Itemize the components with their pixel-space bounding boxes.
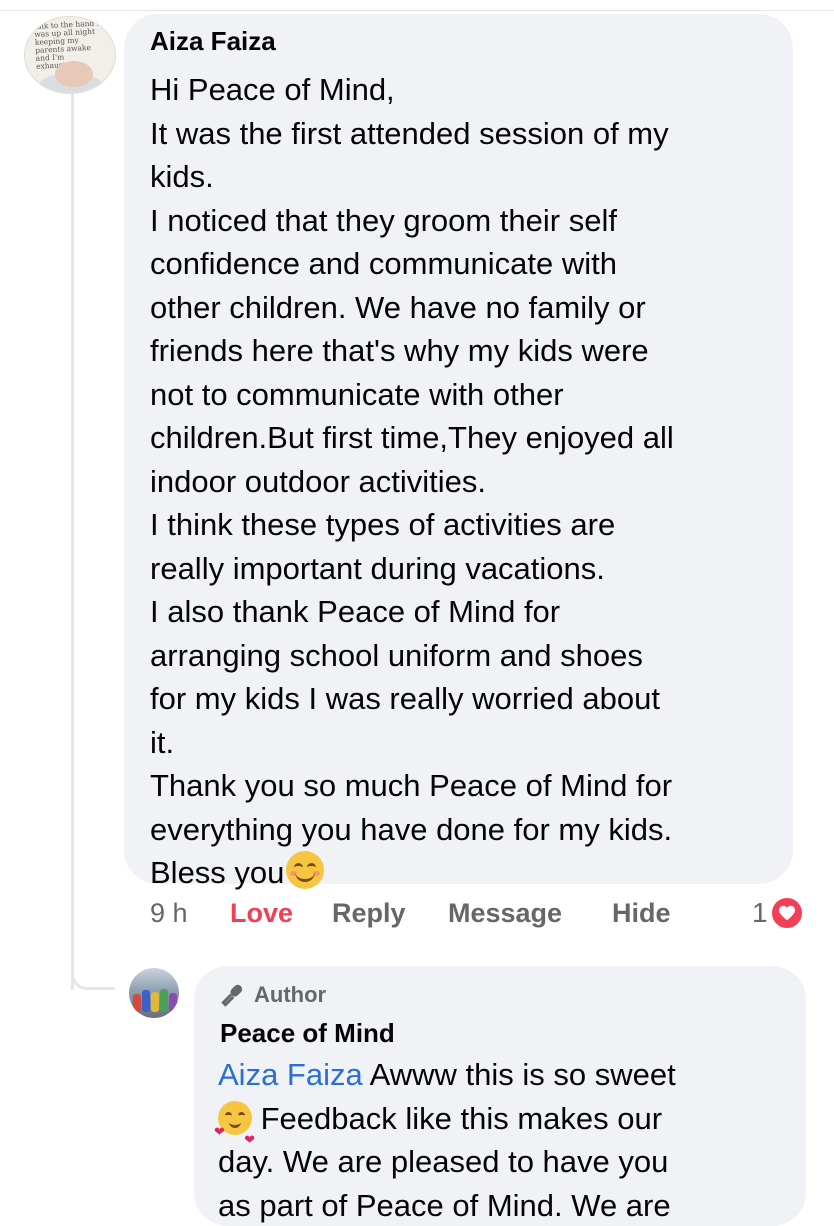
avatar-figure <box>169 993 177 1012</box>
page-avatar[interactable] <box>129 968 179 1018</box>
comment-line: it. <box>150 724 175 760</box>
emoji-eye <box>238 1111 245 1119</box>
comment-line: Thank you so much Peace of Mind for <box>150 768 673 803</box>
comment-line: other children. We have no family or <box>150 289 646 325</box>
message-button[interactable]: Message <box>448 898 562 929</box>
commenter-avatar[interactable]: talk to the hand I was up all night keep… <box>24 16 116 94</box>
avatar-figure <box>151 992 159 1012</box>
hide-button[interactable]: Hide <box>612 898 671 929</box>
emoji-eye <box>225 1111 232 1119</box>
comment-line: Hi Peace of Mind, <box>150 72 395 107</box>
thread-connector <box>71 955 115 990</box>
smiling-face-with-hearts-emoji <box>214 1100 255 1162</box>
top-divider <box>0 10 834 11</box>
comment-line: arranging school uniform and shoes <box>150 637 643 673</box>
reply-text: Aiza Faiza Awww this is so sweet Feedbac… <box>214 1053 788 1226</box>
reply-line: Awww this is so sweet <box>362 1057 676 1092</box>
avatar-figure <box>160 989 168 1012</box>
comment-line: children.But first time,They enjoyed all <box>150 420 674 455</box>
thread-line <box>71 92 74 990</box>
reply-line: Feedback like this makes our <box>252 1100 663 1136</box>
comment-line: really important during vacations. <box>150 550 605 586</box>
comment-line: I noticed that they groom their self <box>150 202 617 238</box>
comment-line: for my kids I was really worried about <box>150 681 660 716</box>
reply-line: day. We are pleased to have you <box>218 1144 669 1179</box>
reply-bubble: Author Peace of Mind Aiza Faiza Awww thi… <box>194 966 806 1226</box>
comment-line: not to communicate with other <box>150 376 564 412</box>
comment-line: indoor outdoor activities. <box>150 463 487 499</box>
comment-line: everything you have done for my kids. <box>150 811 673 847</box>
comment-line: confidence and communicate with <box>150 246 617 281</box>
comment-line: kids. <box>150 159 214 194</box>
comment-bubble: Aiza Faiza Hi Peace of Mind, It was the … <box>124 14 793 890</box>
love-button[interactable]: Love <box>230 898 293 929</box>
smiling-face-emoji <box>286 851 325 889</box>
reply-author-name[interactable]: Peace of Mind <box>220 1018 395 1049</box>
comment-line: I also thank Peace of Mind for <box>150 594 561 629</box>
mention-link[interactable]: Aiza Faiza <box>218 1057 363 1092</box>
comment-line: friends here that's why my kids were <box>150 333 649 368</box>
avatar-baby <box>55 61 93 87</box>
comment-line: It was the first attended session of my <box>150 115 669 151</box>
reaction-summary[interactable]: 1 <box>752 896 804 930</box>
heart-icon <box>769 896 804 930</box>
emoji-mouth <box>295 870 316 882</box>
microphone-icon <box>221 984 243 1007</box>
author-badge: Author <box>220 982 326 1008</box>
reply-line: as part of Peace of Mind. We are <box>218 1187 671 1223</box>
comment-text: Hi Peace of Mind, It was the first atten… <box>150 68 790 895</box>
emoji-mouth <box>229 1120 241 1128</box>
author-badge-label: Author <box>254 982 327 1007</box>
comment-timestamp[interactable]: 9 h <box>150 898 188 929</box>
avatar-figure <box>133 994 141 1012</box>
avatar-figure <box>142 990 150 1012</box>
reply-button[interactable]: Reply <box>332 898 406 929</box>
comment-line: Bless you <box>150 855 285 890</box>
comment-author-name[interactable]: Aiza Faiza <box>150 26 276 57</box>
comment-line: I think these types of activities are <box>150 507 616 542</box>
reaction-count: 1 <box>752 897 768 928</box>
